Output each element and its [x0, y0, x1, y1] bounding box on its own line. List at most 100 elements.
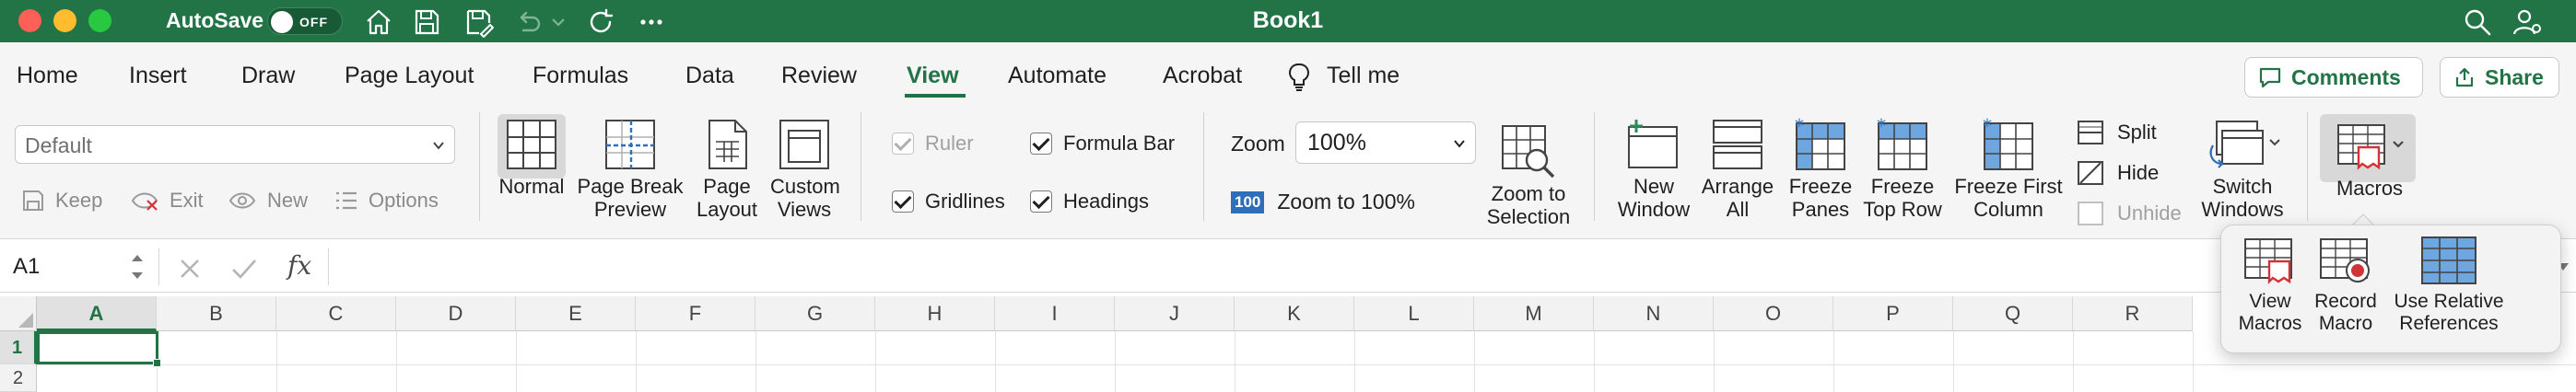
view-macros-button[interactable]: View Macros — [2226, 236, 2314, 335]
column-header-k[interactable]: K — [1235, 296, 1354, 331]
column-header-f[interactable]: F — [636, 296, 755, 331]
column-header-b[interactable]: B — [157, 296, 276, 331]
ruler-checkbox[interactable]: Ruler — [892, 132, 974, 156]
column-header-e[interactable]: E — [516, 296, 636, 331]
formula-bar-checkbox[interactable]: Formula Bar — [1030, 132, 1175, 156]
page-break-preview-button[interactable]: Page Break Preview — [577, 118, 684, 221]
freeze-panes-label-2: Panes — [1791, 198, 1850, 221]
tab-acrobat[interactable]: Acrobat — [1163, 63, 1242, 89]
switch-windows-button[interactable]: Switch Windows — [2187, 118, 2298, 221]
column-header-o[interactable]: O — [1714, 296, 1833, 331]
arrange-all-label-2: All — [1726, 198, 1750, 221]
use-relative-references-button[interactable]: Use Relative References — [2386, 236, 2512, 335]
name-box[interactable]: A1 — [9, 248, 147, 285]
new-window-label-1: New — [1633, 175, 1674, 198]
normal-view-button[interactable]: Normal — [498, 118, 566, 198]
relative-references-label-1: Use Relative — [2394, 291, 2504, 312]
share-button[interactable]: Share — [2440, 57, 2559, 98]
headings-checkbox[interactable]: Headings — [1030, 190, 1149, 213]
tab-draw[interactable]: Draw — [241, 63, 295, 89]
split-button[interactable]: Split — [2077, 120, 2157, 145]
zoom-to-100-button[interactable]: 100 Zoom to 100% — [1231, 190, 1415, 214]
column-header-a[interactable]: A — [37, 296, 157, 331]
record-macro-button[interactable]: Record Macro — [2307, 236, 2384, 335]
arrange-all-button[interactable]: Arrange All — [1701, 118, 1774, 221]
freeze-top-row-label-2: Top Row — [1863, 198, 1942, 221]
freeze-top-row-button[interactable]: * Freeze Top Row — [1859, 118, 1946, 221]
page-layout-label-2: Layout — [696, 198, 758, 221]
exit-button[interactable]: Exit — [131, 188, 204, 213]
formula-input[interactable] — [337, 254, 2530, 283]
comments-button[interactable]: Comments — [2244, 57, 2423, 98]
grid-line — [875, 331, 876, 392]
column-header-l[interactable]: L — [1354, 296, 1474, 331]
keep-label: Keep — [55, 189, 103, 212]
sheet-view-select[interactable]: Default — [15, 125, 455, 164]
grid-line — [1474, 331, 1475, 392]
fill-handle[interactable] — [153, 359, 161, 367]
column-header-q[interactable]: Q — [1953, 296, 2073, 331]
hide-label: Hide — [2117, 161, 2160, 184]
macros-button[interactable]: Macros — [2322, 120, 2418, 200]
hide-button[interactable]: Hide — [2077, 160, 2159, 186]
freeze-first-column-label-2: Column — [1973, 198, 2043, 221]
active-tab-indicator — [905, 94, 966, 98]
column-header-n[interactable]: N — [1594, 296, 1714, 331]
zoom-select[interactable]: 100% — [1295, 121, 1476, 164]
record-macro-icon — [2320, 238, 2370, 282]
custom-views-button[interactable]: Custom Views — [770, 118, 840, 221]
column-header-j[interactable]: J — [1115, 296, 1235, 331]
page-layout-view-button[interactable]: Page Layout — [693, 118, 761, 221]
column-header-d[interactable]: D — [396, 296, 516, 331]
column-header-g[interactable]: G — [755, 296, 875, 331]
tab-page-layout[interactable]: Page Layout — [345, 63, 474, 89]
page-break-preview-icon — [605, 120, 655, 169]
custom-views-icon — [779, 120, 829, 169]
column-header-m[interactable]: M — [1474, 296, 1594, 331]
unhide-button[interactable]: Unhide — [2077, 201, 2182, 226]
view-options-button[interactable]: Options — [334, 188, 439, 213]
tab-data[interactable]: Data — [685, 63, 734, 89]
row-header-2[interactable]: 2 — [0, 364, 37, 392]
column-header-h[interactable]: H — [875, 296, 995, 331]
chevron-down-icon — [1454, 140, 1465, 148]
tab-formulas[interactable]: Formulas — [533, 63, 628, 89]
search-icon[interactable] — [2462, 6, 2493, 38]
tab-automate[interactable]: Automate — [1008, 63, 1107, 89]
split-label: Split — [2117, 121, 2157, 144]
custom-views-label-2: Views — [777, 198, 832, 221]
zoom-label: Zoom — [1231, 132, 1285, 156]
insert-function-button[interactable]: fx — [287, 250, 311, 281]
column-header-p[interactable]: P — [1833, 296, 1953, 331]
name-box-stepper-icon[interactable] — [129, 250, 146, 283]
new-window-button[interactable]: New Window — [1614, 118, 1693, 221]
grid-line — [1115, 331, 1116, 392]
tab-review[interactable]: Review — [781, 63, 857, 89]
freeze-first-column-button[interactable]: * Freeze First Column — [1950, 118, 2067, 221]
column-header-r[interactable]: R — [2073, 296, 2193, 331]
confirm-edit-icon[interactable] — [230, 256, 258, 282]
gridlines-checkbox[interactable]: Gridlines — [892, 190, 1005, 213]
tab-home[interactable]: Home — [17, 63, 78, 89]
cancel-edit-icon[interactable] — [177, 256, 203, 282]
hide-icon — [2078, 161, 2103, 185]
zoom-to-selection-button[interactable]: Zoom to Selection — [1478, 123, 1579, 228]
tab-insert[interactable]: Insert — [129, 63, 187, 89]
tab-view[interactable]: View — [907, 63, 959, 89]
freeze-panes-button[interactable]: * Freeze Panes — [1784, 118, 1857, 221]
keep-button[interactable]: Keep — [20, 188, 102, 213]
column-header-c[interactable]: C — [276, 296, 396, 331]
tell-me-search[interactable]: Tell me — [1327, 63, 1399, 89]
row-header-1[interactable]: 1 — [0, 331, 37, 364]
freeze-panes-icon: * — [1795, 118, 1845, 170]
active-cell-a1[interactable] — [37, 331, 158, 364]
select-all-corner[interactable] — [0, 296, 37, 331]
new-view-button[interactable]: New — [228, 188, 308, 213]
column-header-i[interactable]: I — [995, 296, 1115, 331]
split-icon — [2078, 121, 2103, 144]
formula-bar-check-box — [1030, 133, 1052, 155]
grid-line — [396, 331, 397, 392]
arrange-all-icon — [1713, 120, 1762, 169]
page-layout-label-1: Page — [703, 175, 751, 198]
account-settings-icon[interactable] — [2512, 6, 2543, 38]
